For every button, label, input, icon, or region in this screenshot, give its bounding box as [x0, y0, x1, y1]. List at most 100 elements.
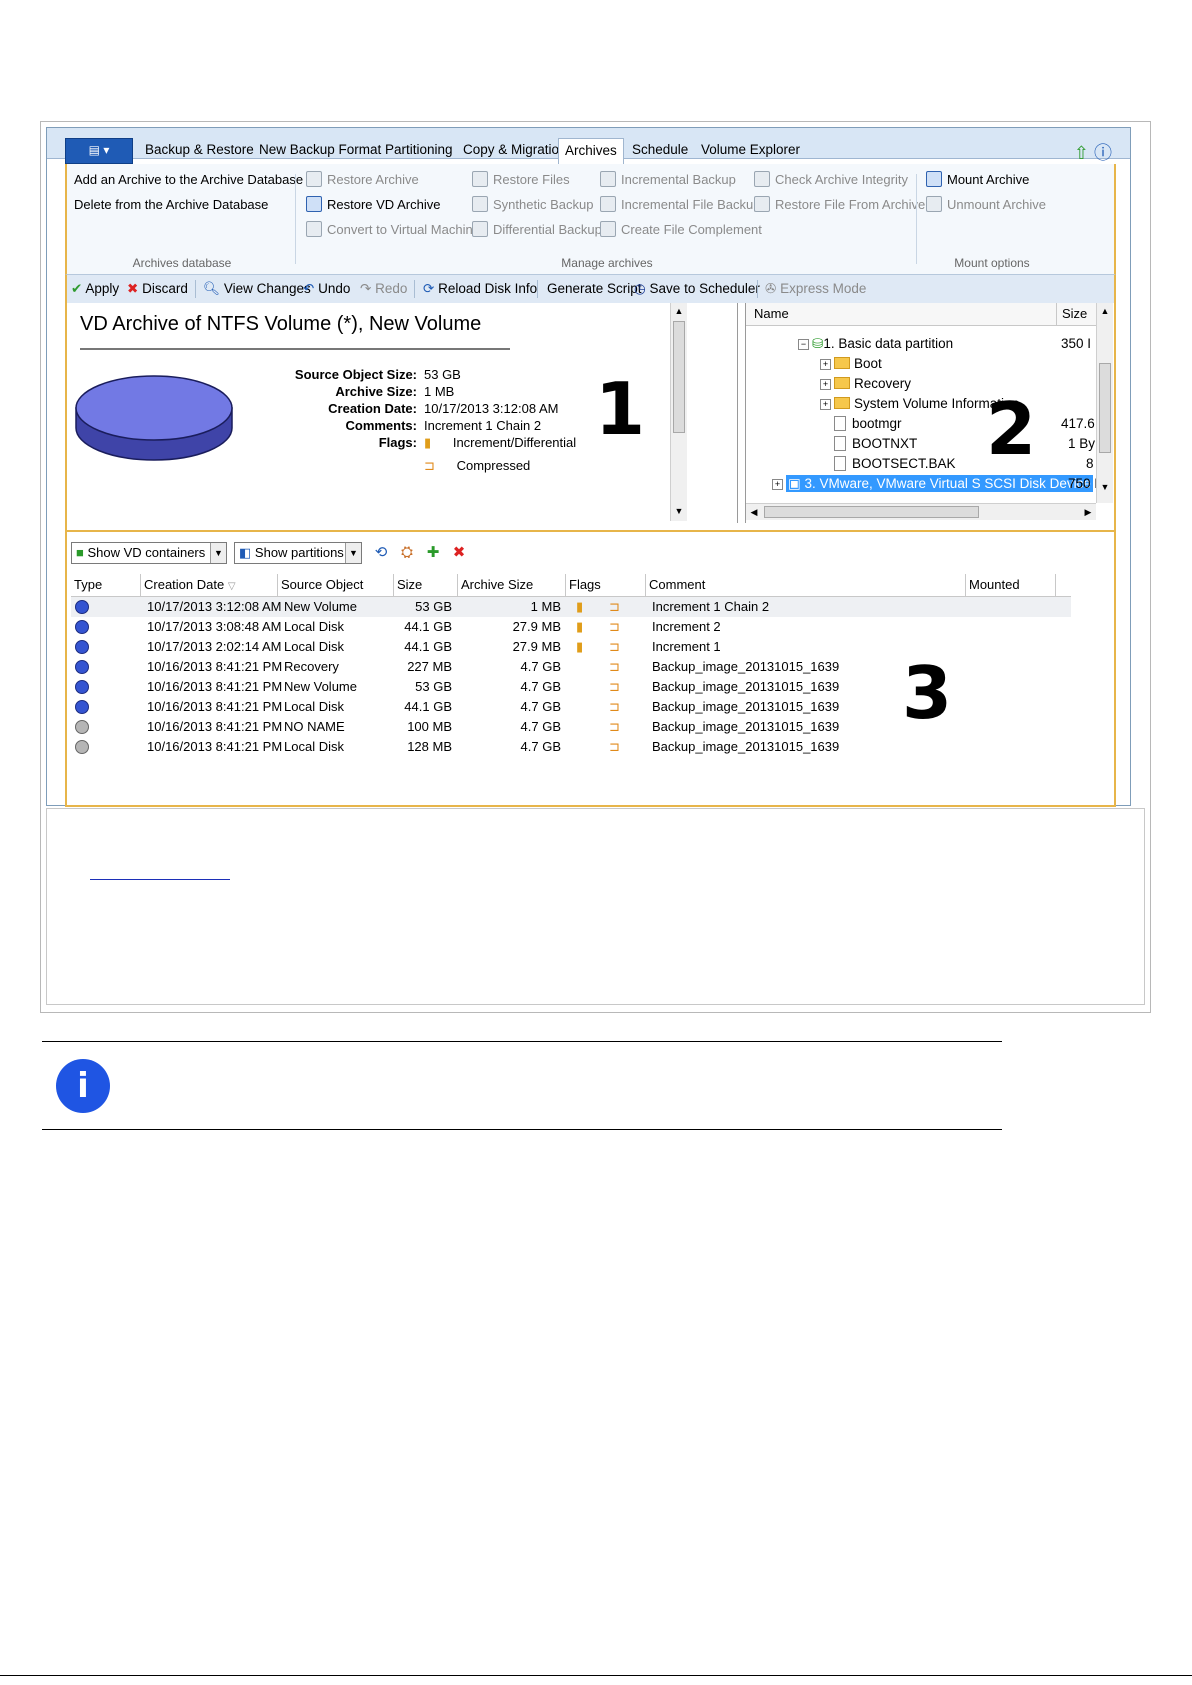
- disk-icon: [75, 600, 89, 614]
- synthetic-backup-icon: [472, 196, 488, 212]
- collapse-toggle[interactable]: −: [798, 339, 809, 350]
- table-row[interactable]: 10/16/2013 8:41:21 PM Local Disk 44.1 GB 4.…: [71, 697, 1071, 717]
- col-size[interactable]: Size: [394, 574, 458, 596]
- differential-backup-button[interactable]: Differential Backup: [472, 220, 602, 240]
- file-icon: [834, 416, 846, 431]
- tab-partitioning[interactable]: Partitioning: [379, 138, 459, 162]
- pane2-vscrollbar[interactable]: ▲ ▼: [1096, 303, 1113, 503]
- tab-copy-migration[interactable]: Copy & Migration: [457, 138, 573, 162]
- incremental-backup-button[interactable]: Incremental Backup: [600, 170, 736, 190]
- add-archive-button[interactable]: Add an Archive to the Archive Database: [74, 170, 303, 190]
- redo-button[interactable]: ↷ Redo: [360, 279, 407, 299]
- restore-file-from-archive-button[interactable]: Restore File From Archive: [754, 195, 925, 215]
- express-mode-button[interactable]: ✇ Express Mode: [765, 279, 866, 299]
- save-to-scheduler-button[interactable]: ◷ Save to Scheduler: [634, 279, 760, 299]
- tree-node-partition[interactable]: − ⛁1. Basic data partition: [798, 334, 953, 354]
- tree-node-bootsect[interactable]: BOOTSECT.BAK: [834, 454, 956, 474]
- incremental-flag-icon: ▮: [576, 599, 584, 614]
- compressed-flag-icon: ⊐: [609, 719, 620, 734]
- tree-node-vmware-disk[interactable]: + ▣ 3. VMware, VMware Virtual S SCSI Disk…: [772, 474, 1093, 494]
- synthetic-backup-button[interactable]: Synthetic Backup: [472, 195, 593, 215]
- scroll-thumb[interactable]: [764, 506, 979, 518]
- undo-button[interactable]: ↶ Undo: [303, 279, 350, 299]
- pane1-scrollbar[interactable]: ▲ ▼: [670, 303, 687, 521]
- expand-toggle[interactable]: +: [772, 479, 783, 490]
- table-row[interactable]: 10/16/2013 8:41:21 PM Recovery 227 MB 4.7 G…: [71, 657, 1071, 677]
- compressed-flag-icon: ⊐: [609, 619, 620, 634]
- table-row[interactable]: 10/16/2013 8:41:21 PM NO NAME 100 MB 4.7 GB…: [71, 717, 1071, 737]
- col-name-header[interactable]: Name: [754, 303, 789, 325]
- scroll-left-arrow[interactable]: ◀: [746, 504, 762, 520]
- col-comment[interactable]: Comment: [646, 574, 966, 596]
- view-changes-button[interactable]: 🔍︎ View Changes: [203, 279, 311, 299]
- scroll-right-arrow[interactable]: ▶: [1080, 504, 1096, 520]
- unmount-archive-button[interactable]: Unmount Archive: [926, 195, 1046, 215]
- scroll-down-arrow[interactable]: ▼: [671, 503, 687, 519]
- tab-new-backup-format[interactable]: New Backup Format: [253, 138, 387, 162]
- scroll-thumb[interactable]: [673, 321, 685, 433]
- mount-archive-button[interactable]: Mount Archive: [926, 170, 1029, 190]
- tree-node-boot[interactable]: + Boot: [820, 354, 882, 374]
- scroll-up-arrow[interactable]: ▲: [671, 303, 687, 319]
- reload-disk-info-button[interactable]: ⟳ Reload Disk Info: [423, 279, 537, 299]
- minimize-ribbon-icon[interactable]: ⇧: [1074, 143, 1089, 163]
- expand-toggle[interactable]: +: [820, 379, 831, 390]
- expand-toggle[interactable]: +: [820, 359, 831, 370]
- expand-toggle[interactable]: +: [820, 399, 831, 410]
- convert-vm-button[interactable]: Convert to Virtual Machine: [306, 220, 480, 240]
- app-menu-button[interactable]: ▤ ▾: [65, 138, 133, 164]
- tab-archives[interactable]: Archives: [558, 138, 624, 165]
- col-flags[interactable]: Flags: [566, 574, 646, 596]
- tree-node-bootmgr[interactable]: bootmgr: [834, 414, 902, 434]
- tree-node-bootnxt[interactable]: BOOTNXT: [834, 434, 917, 454]
- show-partitions-dropdown[interactable]: ◧ Show partitions ▼: [234, 542, 362, 564]
- archive-properties-icon[interactable]: ⛭: [398, 544, 416, 562]
- col-source-object[interactable]: Source Object: [278, 574, 394, 596]
- refresh-list-icon[interactable]: ⟲: [372, 544, 390, 562]
- tab-schedule[interactable]: Schedule: [626, 138, 694, 162]
- add-archive-icon[interactable]: ✚: [424, 544, 442, 562]
- file-tree-pane: Name Size − ⛁1. Basic data partition + Boo…: [745, 303, 1114, 523]
- delete-archive-icon[interactable]: ✖: [450, 544, 468, 562]
- delete-archive-button[interactable]: Delete from the Archive Database: [74, 195, 268, 215]
- table-row[interactable]: 10/17/2013 2:02:14 AM Local Disk 44.1 GB 27…: [71, 637, 1071, 657]
- incremental-file-backup-button[interactable]: Incremental File Backup: [600, 195, 760, 215]
- create-file-complement-button[interactable]: Create File Complement: [600, 220, 762, 240]
- chevron-down-icon[interactable]: ▼: [210, 543, 226, 563]
- tab-backup-restore[interactable]: Backup & Restore: [139, 138, 260, 162]
- scroll-up-arrow[interactable]: ▲: [1097, 303, 1113, 319]
- restore-vd-archive-button[interactable]: Restore VD Archive: [306, 195, 440, 215]
- table-row[interactable]: 10/16/2013 8:41:21 PM Local Disk 128 MB 4.7…: [71, 737, 1071, 757]
- col-type[interactable]: Type: [71, 574, 141, 596]
- tab-volume-explorer[interactable]: Volume Explorer: [695, 138, 806, 162]
- generate-script-button[interactable]: Generate Script: [547, 279, 642, 299]
- check-integrity-button[interactable]: Check Archive Integrity: [754, 170, 908, 190]
- table-row[interactable]: 10/16/2013 8:41:21 PM New Volume 53 GB 4.7 …: [71, 677, 1071, 697]
- pane2-hscrollbar[interactable]: ◀ ▶: [746, 503, 1096, 520]
- scroll-down-arrow[interactable]: ▼: [1097, 479, 1113, 495]
- restore-files-button[interactable]: Restore Files: [472, 170, 570, 190]
- col-archive-size[interactable]: Archive Size: [458, 574, 566, 596]
- clock-icon: ◷: [634, 281, 646, 296]
- type-cell: [75, 657, 89, 677]
- table-row[interactable]: 10/17/2013 3:08:48 AM Local Disk 44.1 GB 27…: [71, 617, 1071, 637]
- compressed-flag-icon: ⊐: [609, 599, 620, 614]
- incremental-flag-icon: ▮: [576, 639, 584, 654]
- help-icon[interactable]: ⓘ: [1094, 143, 1112, 163]
- discard-button[interactable]: ✖ Discard: [127, 279, 188, 299]
- show-vd-containers-dropdown[interactable]: ■ Show VD containers ▼: [71, 542, 227, 564]
- col-creation-date[interactable]: Creation Date ▽: [141, 574, 278, 596]
- apply-button[interactable]: ✔ Apply: [71, 279, 119, 299]
- source-object-cell: Recovery: [284, 659, 339, 674]
- col-mounted[interactable]: Mounted: [966, 574, 1056, 596]
- restore-archive-button[interactable]: Restore Archive: [306, 170, 419, 190]
- col-size-header[interactable]: Size: [1056, 303, 1087, 325]
- convert-vm-icon: [306, 221, 322, 237]
- table-row[interactable]: 10/17/2013 3:12:08 AM New Volume 53 GB 1 MB…: [71, 597, 1071, 617]
- incremental-flag-icon: ▮: [424, 435, 432, 450]
- tree-node-recovery[interactable]: + Recovery: [820, 374, 911, 394]
- disk-image-icon: [75, 375, 233, 461]
- hyperlink-underline[interactable]: [90, 879, 230, 880]
- scroll-thumb[interactable]: [1099, 363, 1111, 453]
- chevron-down-icon[interactable]: ▼: [345, 543, 361, 563]
